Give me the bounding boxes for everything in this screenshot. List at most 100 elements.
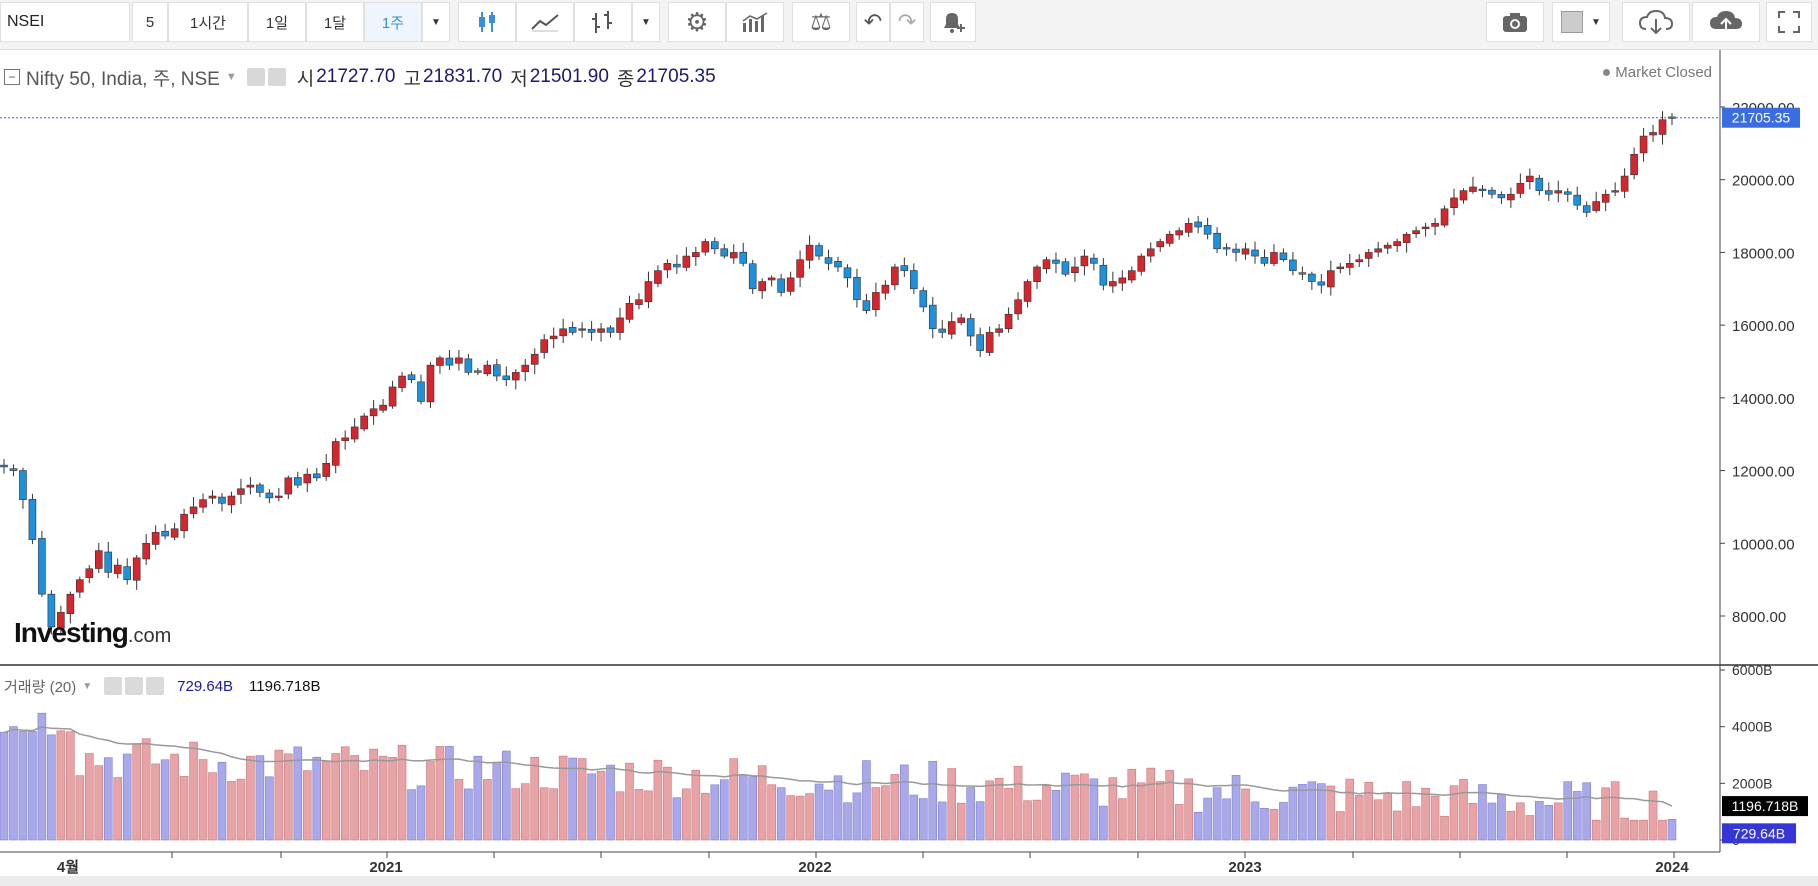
- candle-body: [1345, 263, 1354, 268]
- candle-body: [28, 498, 37, 540]
- volume-bar: [217, 761, 227, 841]
- candle-body: [293, 477, 302, 486]
- candle-body: [976, 334, 984, 351]
- volume-bar: [1591, 819, 1601, 841]
- candle-body: [1052, 259, 1060, 264]
- candle-body: [66, 593, 75, 615]
- volume-bar: [407, 789, 416, 841]
- candle-body: [1165, 233, 1174, 244]
- volume-bar: [378, 755, 388, 841]
- candle-body: [1071, 266, 1079, 274]
- candle-body: [578, 328, 586, 331]
- volume-bar: [1279, 802, 1288, 841]
- volume-legend-title: 거래량 (20): [4, 678, 77, 696]
- volume-bar: [331, 753, 341, 841]
- candle-body: [1080, 255, 1089, 267]
- volume-bar: [350, 755, 359, 841]
- price-chart[interactable]: 8000.00 10000.00 12000.00 14000.00 16000.00 1…: [0, 0, 1818, 886]
- candle-body: [1554, 190, 1563, 194]
- volume-bar: [103, 757, 113, 841]
- candle-body: [1440, 208, 1449, 226]
- volume-bar: [312, 756, 322, 841]
- price-tick-label: 10000.00: [1732, 536, 1795, 553]
- chevron-down-icon[interactable]: ▼: [82, 681, 92, 692]
- price-tick-label: 14000.00: [1732, 391, 1795, 408]
- candle-body: [682, 255, 691, 268]
- candle-body: [1668, 116, 1676, 119]
- volume-bar: [66, 731, 75, 841]
- close-icon[interactable]: [146, 677, 165, 695]
- candle-body: [872, 292, 880, 310]
- volume-bar: [56, 730, 66, 841]
- candle-body: [455, 357, 463, 364]
- candle-body: [1535, 177, 1544, 191]
- candle-body: [1639, 135, 1648, 154]
- volume-bar: [909, 794, 919, 841]
- volume-bar: [1411, 806, 1421, 841]
- volume-bar: [663, 766, 672, 841]
- volume-bar: [1184, 778, 1193, 841]
- volume-bar: [227, 781, 236, 841]
- candle-body: [1450, 197, 1458, 209]
- candle-body: [483, 364, 492, 375]
- candle-body: [957, 317, 966, 323]
- eye-icon[interactable]: [246, 68, 265, 86]
- volume-bar: [1080, 773, 1089, 841]
- candle-body: [549, 335, 558, 340]
- candle-body: [559, 328, 567, 337]
- candle-body: [398, 375, 406, 388]
- high-label: 고: [403, 68, 421, 90]
- gear-icon[interactable]: [267, 68, 286, 86]
- candle-body: [123, 566, 132, 580]
- gear-icon[interactable]: [125, 677, 144, 695]
- candle-body: [1573, 194, 1582, 206]
- volume-legend: 거래량 (20) ▼ 729.64B 1196.718B: [0, 675, 321, 697]
- candle-body: [1374, 248, 1383, 253]
- volume-bar: [606, 764, 615, 841]
- volume-bar: [445, 746, 454, 841]
- candle-body: [284, 477, 293, 495]
- candle-body: [1516, 183, 1525, 194]
- volume-bar: [141, 738, 151, 841]
- price-tick-label: 20000.00: [1732, 173, 1795, 190]
- volume-bar: [1089, 778, 1099, 841]
- candle-body: [1004, 313, 1013, 329]
- candle-body: [739, 251, 748, 264]
- volume-bar: [918, 798, 928, 841]
- volume-bar: [596, 770, 606, 841]
- chevron-down-icon[interactable]: ▼: [226, 71, 237, 83]
- volume-bar: [1421, 787, 1430, 841]
- candle-body: [1402, 233, 1411, 243]
- bottom-strip: [0, 876, 1818, 886]
- volume-bar: [956, 802, 966, 841]
- volume-bar: [1506, 810, 1516, 841]
- candle-body: [1658, 119, 1667, 135]
- volume-bar: [1629, 819, 1639, 841]
- volume-bar: [369, 748, 378, 841]
- close-label: 종: [616, 68, 635, 90]
- candle-body: [1431, 223, 1439, 227]
- volume-bar: [1127, 768, 1137, 841]
- candle-body: [568, 327, 577, 333]
- candle-body: [748, 263, 757, 290]
- volume-bar: [1430, 795, 1440, 841]
- time-axis-label: 2024: [1655, 859, 1689, 876]
- candle-body: [1620, 175, 1629, 192]
- volume-bar: [255, 755, 265, 841]
- candle-body: [1289, 259, 1297, 271]
- investing-logo: Investing.com: [14, 617, 171, 649]
- candle-body: [445, 357, 454, 366]
- candle-body: [189, 506, 198, 514]
- volume-bar: [236, 778, 246, 841]
- high-value: 21831.70: [422, 66, 503, 87]
- volume-bar: [1136, 782, 1146, 841]
- eye-icon[interactable]: [104, 677, 123, 695]
- candle-body: [1014, 299, 1022, 315]
- volume-bar: [1212, 787, 1222, 841]
- candle-body: [331, 441, 340, 466]
- candle-body: [360, 415, 368, 430]
- collapse-icon[interactable]: −: [4, 69, 20, 85]
- volume-bar: [265, 776, 274, 841]
- candle-body: [1355, 259, 1364, 263]
- candle-body: [1156, 241, 1165, 248]
